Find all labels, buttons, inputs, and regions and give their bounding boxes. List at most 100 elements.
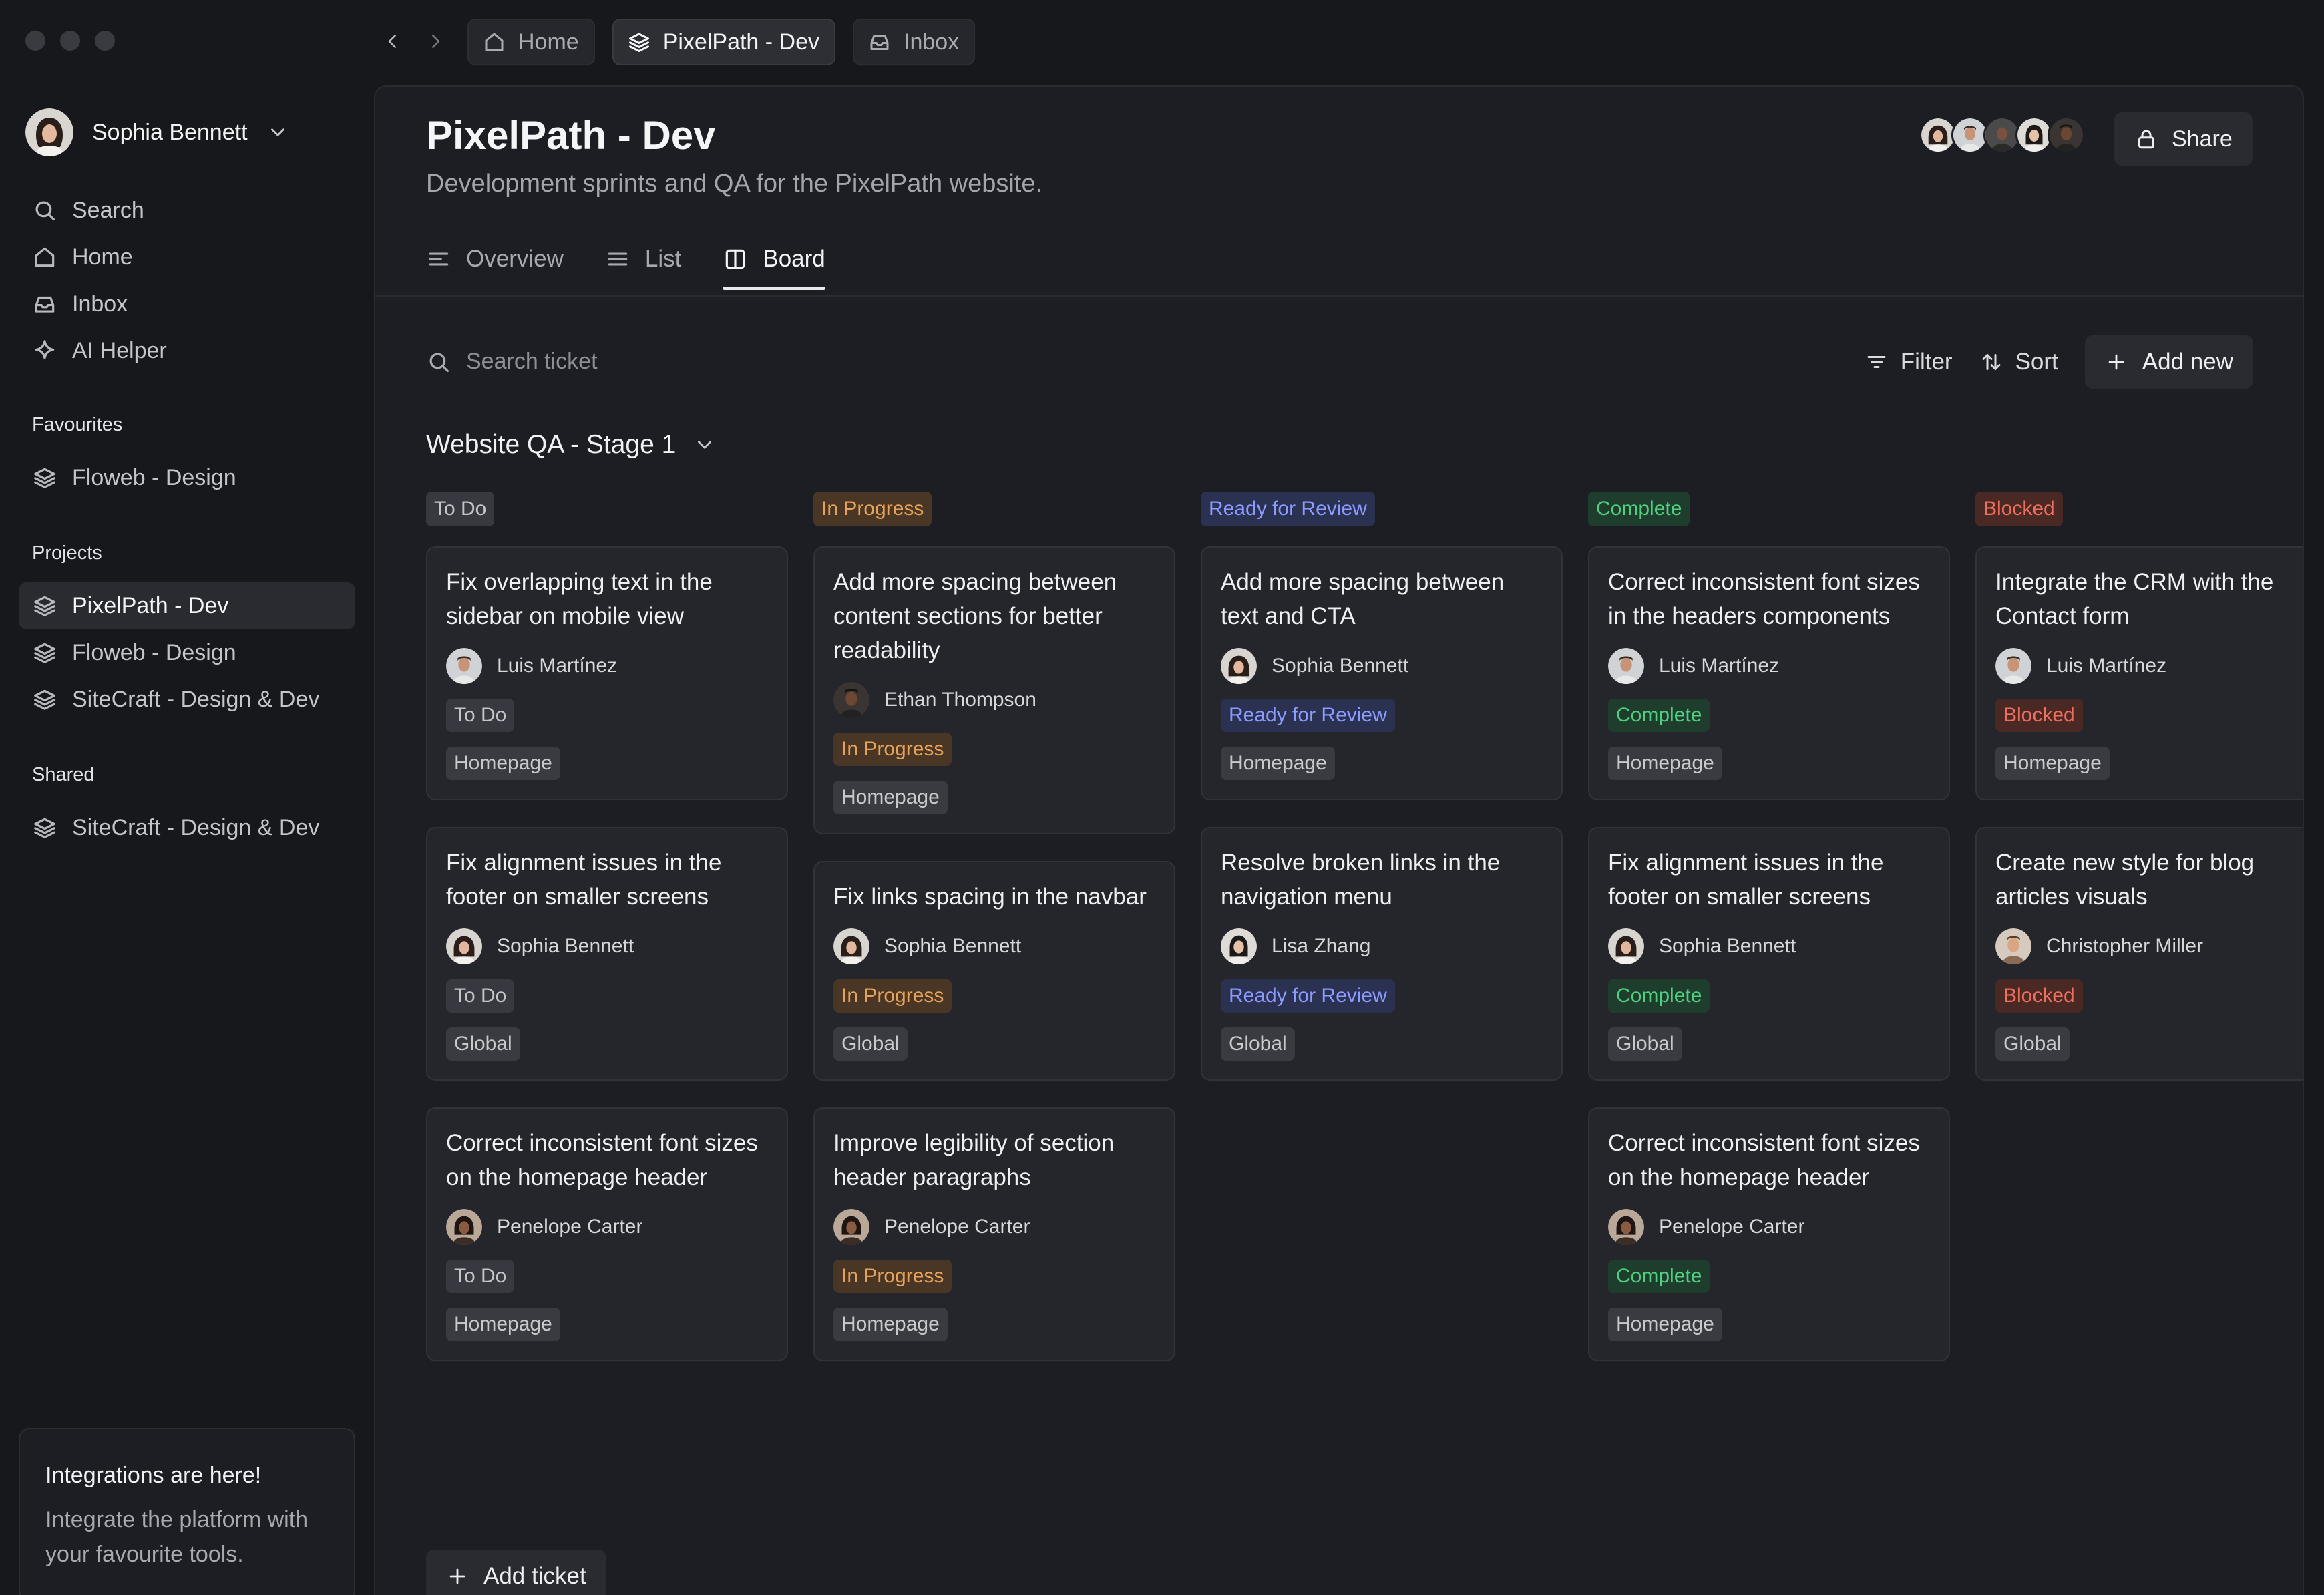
ticket-title: Fix alignment issues in the footer on sm…	[446, 850, 722, 910]
add-new-label: Add new	[2142, 349, 2233, 375]
filter-label: Filter	[1900, 349, 1953, 375]
tab-overview[interactable]: Overview	[426, 232, 564, 286]
ticket-card[interactable]: Integrate the CRM with the Contact form …	[1975, 546, 2303, 800]
group-selector[interactable]: Website QA - Stage 1	[426, 430, 716, 460]
ticket-title: Create new style for blog articles visua…	[1995, 850, 2255, 910]
sidebar-item-home[interactable]: Home	[19, 234, 355, 281]
sidebar-item-sitecraft-shared[interactable]: SiteCraft - Design & Dev	[19, 804, 355, 851]
column-status-badge: In Progress	[813, 492, 932, 526]
window-controls	[25, 31, 115, 51]
assignee-name: Sophia Bennett	[1272, 655, 1409, 677]
view-label: Board	[763, 246, 825, 272]
page-title: PixelPath - Dev	[426, 113, 716, 158]
board-column-ready-for-review: Ready for Review Add more spacing betwee…	[1201, 492, 1563, 1081]
user-name: Sophia Bennett	[92, 119, 248, 145]
ticket-title: Correct inconsistent font sizes in the h…	[1608, 569, 1920, 629]
tab-label: Home	[518, 29, 579, 55]
inbox-icon	[35, 296, 55, 313]
board-column-blocked: Blocked Integrate the CRM with the Conta…	[1975, 492, 2303, 1081]
sidebar-item-inbox[interactable]: Inbox	[19, 281, 355, 327]
ticket-title: Correct inconsistent font sizes on the h…	[446, 1130, 758, 1190]
layers-icon	[34, 468, 55, 488]
tab-home[interactable]: Home	[467, 19, 595, 65]
ticket-card[interactable]: Add more spacing between content section…	[813, 546, 1175, 834]
ticket-card[interactable]: Fix overlapping text in the sidebar on m…	[426, 546, 788, 800]
favourites-heading: Favourites	[32, 414, 123, 435]
filter-button[interactable]: Filter	[1865, 349, 1953, 375]
area-tag: Global	[833, 1027, 908, 1061]
area-tag: Homepage	[1608, 747, 1722, 780]
user-menu[interactable]: Sophia Bennett	[25, 108, 289, 156]
ticket-card[interactable]: Resolve broken links in the navigation m…	[1201, 827, 1563, 1081]
sidebar-item-label: Floweb - Design	[72, 464, 236, 490]
ticket-card[interactable]: Correct inconsistent font sizes in the h…	[1588, 546, 1950, 800]
ticket-card[interactable]: Fix links spacing in the navbar Sophia B…	[813, 861, 1175, 1081]
shared-list: SiteCraft - Design & Dev	[19, 804, 355, 851]
search-ticket-input[interactable]: Search ticket	[426, 349, 598, 375]
sidebar-item-search[interactable]: Search	[19, 187, 355, 234]
ticket-card[interactable]: Correct inconsistent font sizes on the h…	[1588, 1107, 1950, 1361]
tab-list[interactable]: List	[605, 232, 681, 286]
board-column-complete: Complete Correct inconsistent font sizes…	[1588, 492, 1950, 1361]
avatar	[1608, 1209, 1644, 1245]
integrations-promo[interactable]: Integrations are here! Integrate the pla…	[19, 1428, 355, 1595]
sidebar-item-sitecraft[interactable]: SiteCraft - Design & Dev	[19, 676, 355, 723]
ticket-assignee: Sophia Bennett	[1608, 928, 1930, 964]
overview-icon	[429, 252, 449, 266]
status-badge: Complete	[1608, 699, 1710, 732]
board-icon	[726, 249, 745, 269]
status-badge: To Do	[446, 1260, 515, 1293]
area-tag: Homepage	[833, 1308, 948, 1341]
ticket-card[interactable]: Fix alignment issues in the footer on sm…	[426, 827, 788, 1081]
sidebar-item-floweb-design[interactable]: Floweb - Design	[19, 629, 355, 676]
filter-icon	[1867, 356, 1886, 368]
area-tag: Homepage	[833, 781, 948, 814]
sidebar-item-floweb-design[interactable]: Floweb - Design	[19, 454, 355, 501]
status-badge: In Progress	[833, 733, 952, 766]
tab-inbox[interactable]: Inbox	[853, 19, 976, 65]
forward-button[interactable]	[423, 28, 447, 55]
ticket-card[interactable]: Add more spacing between text and CTA So…	[1201, 546, 1563, 800]
column-status-badge: Ready for Review	[1201, 492, 1375, 526]
minimize-window-button[interactable]	[60, 31, 80, 51]
assignee-name: Christopher Miller	[2046, 935, 2204, 957]
ticket-assignee: Luis Martínez	[1608, 648, 1930, 684]
ticket-assignee: Luis Martínez	[1995, 648, 2303, 684]
assignee-name: Luis Martínez	[2046, 655, 2167, 677]
avatar	[446, 648, 482, 684]
avatar	[446, 1209, 482, 1245]
close-window-button[interactable]	[25, 31, 45, 51]
sidebar-item-label: Floweb - Design	[72, 639, 236, 665]
promo-text: Integrate the platform with your favouri…	[45, 1507, 309, 1567]
home-icon	[35, 247, 55, 267]
sidebar-item-pixelpath-dev[interactable]: PixelPath - Dev	[19, 582, 355, 629]
share-button[interactable]: Share	[2114, 112, 2253, 166]
status-badge: Complete	[1608, 1260, 1710, 1293]
status-badge: In Progress	[833, 1260, 952, 1293]
back-button[interactable]	[381, 28, 405, 55]
add-ticket-button[interactable]: Add ticket	[426, 1550, 606, 1595]
sidebar-item-ai-helper[interactable]: AI Helper	[19, 327, 355, 374]
maximize-window-button[interactable]	[95, 31, 115, 51]
area-tag: Homepage	[446, 1308, 560, 1341]
chevron-down-icon	[270, 128, 284, 136]
status-badge: In Progress	[833, 979, 952, 1013]
add-new-button[interactable]: Add new	[2084, 335, 2253, 389]
tab-label: Inbox	[904, 29, 960, 55]
view-label: Overview	[466, 246, 564, 272]
member-avatars[interactable]	[1919, 116, 2085, 154]
ticket-title: Fix links spacing in the navbar	[833, 884, 1147, 910]
column-status-badge: Blocked	[1975, 492, 2063, 526]
tab-board[interactable]: Board	[723, 232, 826, 290]
tab-pixelpath-dev[interactable]: PixelPath - Dev	[612, 19, 836, 65]
ticket-title: Fix alignment issues in the footer on sm…	[1608, 850, 1884, 910]
chevron-left-icon	[388, 35, 396, 48]
sort-button[interactable]: Sort	[1979, 349, 2058, 375]
ticket-card[interactable]: Correct inconsistent font sizes on the h…	[426, 1107, 788, 1361]
layers-icon	[628, 33, 649, 52]
area-tag: Homepage	[1221, 747, 1335, 780]
status-badge: To Do	[446, 699, 515, 732]
ticket-card[interactable]: Create new style for blog articles visua…	[1975, 827, 2303, 1081]
ticket-card[interactable]: Improve legibility of section header par…	[813, 1107, 1175, 1361]
ticket-card[interactable]: Fix alignment issues in the footer on sm…	[1588, 827, 1950, 1081]
